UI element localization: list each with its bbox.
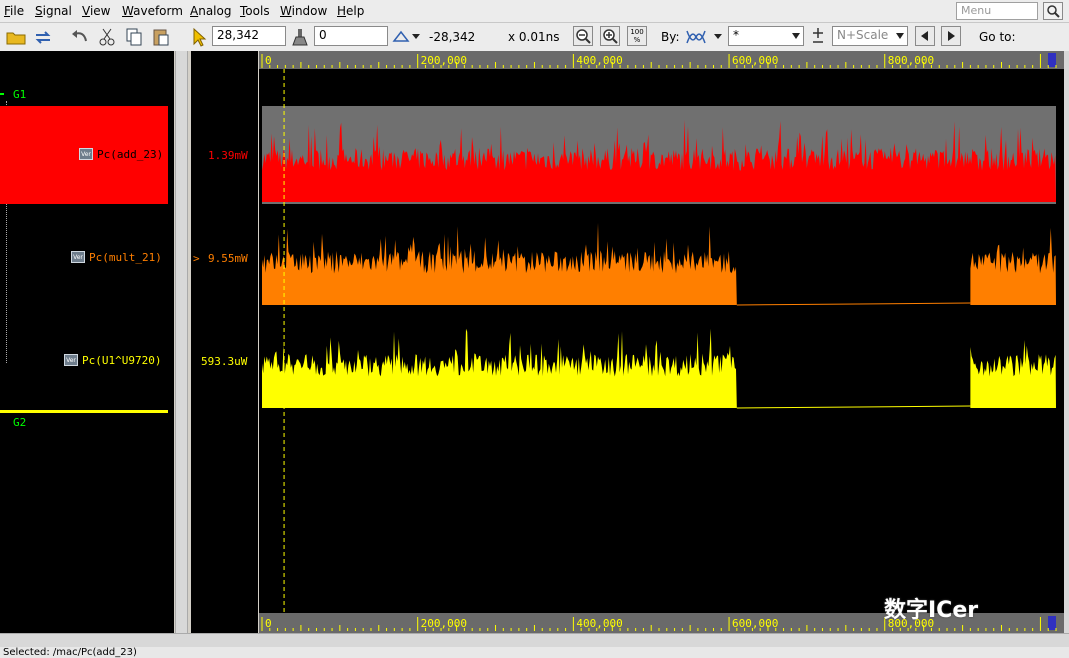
scale-value: N+Scale	[837, 28, 889, 42]
group-label[interactable]: G2	[13, 416, 26, 429]
watermark: 数字ICer	[884, 598, 979, 623]
search-icon	[1047, 5, 1060, 18]
waveform-trace	[262, 222, 737, 305]
filter-value: *	[733, 28, 739, 42]
ruler-label: 0	[265, 617, 272, 630]
chevron-down-icon	[896, 33, 904, 39]
undo-icon[interactable]	[70, 27, 90, 47]
by-label: By:	[661, 30, 680, 44]
waveform-pane[interactable]: 0 200,000 400,000 600,000 800,000 0 200,000 40…	[259, 51, 1064, 633]
marker-time-field[interactable]: 0	[314, 26, 388, 46]
group-separator	[0, 410, 168, 413]
zoom-out-button[interactable]	[573, 26, 593, 46]
copy-icon[interactable]	[124, 27, 144, 47]
next-button[interactable]	[941, 26, 961, 46]
waveform-trace	[970, 340, 1056, 408]
signal-list-pane[interactable]: G1 Ver Pc(add_23) Ver Pc(mult_21) Ver Pc…	[0, 51, 174, 633]
value-pane: 1.39mW > 9.55mW 593.3uW	[191, 51, 258, 633]
group-label[interactable]: G1	[13, 88, 26, 101]
cut-icon[interactable]	[97, 27, 117, 47]
chevron-left-icon	[921, 31, 928, 41]
signal-name-add-23[interactable]: Pc(add_23)	[97, 148, 163, 161]
value-marker: >	[193, 252, 200, 265]
waveform-canvas[interactable]: 0 200,000 400,000 600,000 800,000 0 200,000 40…	[259, 51, 1064, 633]
verilog-icon: Ver	[71, 251, 85, 263]
ruler-end-marker	[1048, 616, 1056, 630]
zoom-in-icon	[603, 29, 618, 44]
toolbar: 28,342 0 -28,342 x 0.01ns 100 % By: * N+…	[0, 23, 1069, 51]
waveform-trace	[262, 328, 737, 408]
waveform-style-icon[interactable]	[686, 27, 706, 47]
top-ruler-bg	[259, 51, 1064, 69]
menu-search-button[interactable]	[1043, 2, 1063, 20]
ruler-label: 600,000	[732, 54, 778, 67]
menu-view[interactable]: View	[82, 4, 110, 18]
menu-signal[interactable]: Signal	[35, 4, 72, 18]
waveform-trace	[970, 227, 1056, 305]
goto-label: Go to:	[979, 30, 1016, 44]
signal-name-mult-21[interactable]: Pc(mult_21)	[89, 251, 162, 264]
verilog-icon: Ver	[79, 148, 93, 160]
ruler-label: 200,000	[421, 54, 467, 67]
prev-button[interactable]	[915, 26, 935, 46]
delta-time: -28,342	[429, 30, 476, 44]
open-folder-icon[interactable]	[6, 27, 26, 47]
zoom-full-button[interactable]: 100 %	[627, 26, 647, 46]
ruler-label: 600,000	[732, 617, 778, 630]
menu-tools[interactable]: Tools	[240, 4, 270, 18]
zoom-in-button[interactable]	[600, 26, 620, 46]
delta-icon	[392, 30, 410, 42]
filter-select[interactable]: *	[728, 26, 804, 46]
verilog-icon: Ver	[64, 354, 78, 366]
chevron-down-icon[interactable]	[712, 27, 724, 47]
menu-window[interactable]: Window	[280, 4, 327, 18]
chevron-down-icon	[792, 33, 800, 39]
ruler-label: 0	[265, 54, 272, 67]
marker-icon[interactable]	[290, 27, 310, 47]
menu-help[interactable]: Help	[337, 4, 364, 18]
waveform-traces	[262, 106, 1056, 409]
menu-analog[interactable]: Analog	[190, 4, 231, 18]
chevron-right-icon	[948, 31, 955, 41]
ruler-label: 200,000	[421, 617, 467, 630]
time-unit: x 0.01ns	[508, 30, 560, 44]
signal-value-add-23: 1.39mW	[208, 149, 248, 162]
group-marker	[0, 93, 4, 95]
menu-file[interactable]: File	[4, 4, 24, 18]
signal-value-mult-21: 9.55mW	[208, 252, 248, 265]
menu-waveform[interactable]: Waveform	[122, 4, 183, 18]
reload-icon[interactable]	[33, 27, 53, 47]
paste-icon[interactable]	[151, 27, 171, 47]
menu-bar: File Signal View Waveform Analog Tools W…	[0, 0, 1069, 23]
signal-pane-scrollbar[interactable]	[175, 51, 188, 633]
zoom-out-icon	[576, 29, 591, 44]
ruler-label: 400,000	[576, 617, 622, 630]
signal-value-u1-u9720: 593.3uW	[201, 355, 248, 368]
ruler-label: 800,000	[888, 54, 934, 67]
cursor-time-field[interactable]: 28,342	[212, 26, 286, 46]
horizontal-scrollbar[interactable]	[0, 633, 1069, 647]
idle-trace	[736, 405, 971, 409]
idle-trace	[736, 302, 971, 306]
status-bar: Selected: /mac/Pc(add_23)	[0, 647, 1069, 658]
signal-name-u1-u9720[interactable]: Pc(U1^U9720)	[82, 354, 161, 367]
chevron-down-icon[interactable]	[410, 27, 422, 47]
menu-search-input[interactable]: Menu	[956, 2, 1038, 20]
right-edge	[1064, 51, 1069, 633]
plus-minus-icon[interactable]	[810, 27, 826, 47]
ruler-label: 400,000	[576, 54, 622, 67]
pointer-icon[interactable]	[188, 27, 208, 47]
scale-select[interactable]: N+Scale	[832, 26, 908, 46]
ruler-end-marker	[1048, 53, 1056, 67]
